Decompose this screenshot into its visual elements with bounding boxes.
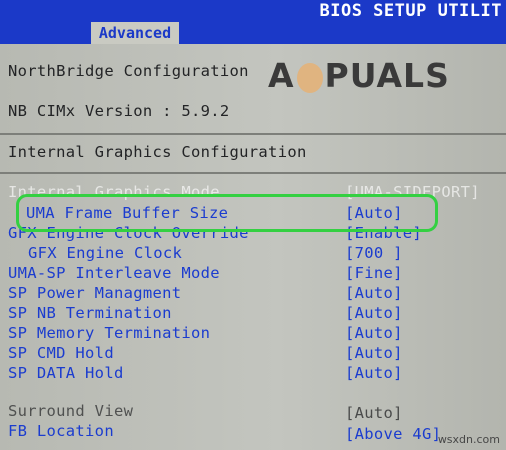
section-divider — [0, 133, 506, 135]
setting-sp-nb-termination[interactable]: SP NB Termination — [8, 304, 172, 322]
northbridge-heading: NorthBridge Configuration — [8, 62, 249, 80]
value-sp-nb-termination[interactable]: [Auto] — [345, 304, 403, 322]
setting-uma-sp-interleave-mode[interactable]: UMA-SP Interleave Mode — [8, 264, 220, 282]
internal-graphics-heading: Internal Graphics Configuration — [8, 143, 307, 161]
setting-sp-data-hold[interactable]: SP DATA Hold — [8, 364, 124, 382]
value-sp-data-hold[interactable]: [Auto] — [345, 364, 403, 382]
value-fb-location[interactable]: [Above 4G] — [345, 425, 441, 443]
value-surround-view[interactable]: [Auto] — [345, 404, 403, 422]
value-gfx-engine-clock[interactable]: [700 ] — [345, 244, 403, 262]
logo-mascot-icon — [296, 62, 323, 93]
tab-advanced[interactable]: Advanced — [91, 22, 179, 44]
section-divider — [0, 172, 506, 174]
nb-cimx-version: NB CIMx Version : 5.9.2 — [8, 102, 230, 120]
watermark: wsxdn.com — [437, 433, 500, 446]
bios-screen: BIOS SETUP UTILIT Advanced NorthBridge C… — [0, 0, 506, 450]
value-uma-sp-interleave-mode[interactable]: [Fine] — [345, 264, 403, 282]
value-sp-power-managment[interactable]: [Auto] — [345, 284, 403, 302]
tab-bar — [0, 22, 506, 44]
appuals-logo: A PUALS — [268, 56, 450, 95]
setting-sp-power-managment[interactable]: SP Power Managment — [8, 284, 181, 302]
value-sp-cmd-hold[interactable]: [Auto] — [345, 344, 403, 362]
setting-gfx-engine-clock[interactable]: GFX Engine Clock — [28, 244, 182, 262]
setting-sp-memory-termination[interactable]: SP Memory Termination — [8, 324, 210, 342]
bios-title: BIOS SETUP UTILIT — [319, 1, 502, 21]
highlight-box — [16, 194, 438, 232]
value-sp-memory-termination[interactable]: [Auto] — [345, 324, 403, 342]
setting-sp-cmd-hold[interactable]: SP CMD Hold — [8, 344, 114, 362]
setting-fb-location[interactable]: FB Location — [8, 422, 114, 440]
setting-surround-view[interactable]: Surround View — [8, 402, 133, 420]
